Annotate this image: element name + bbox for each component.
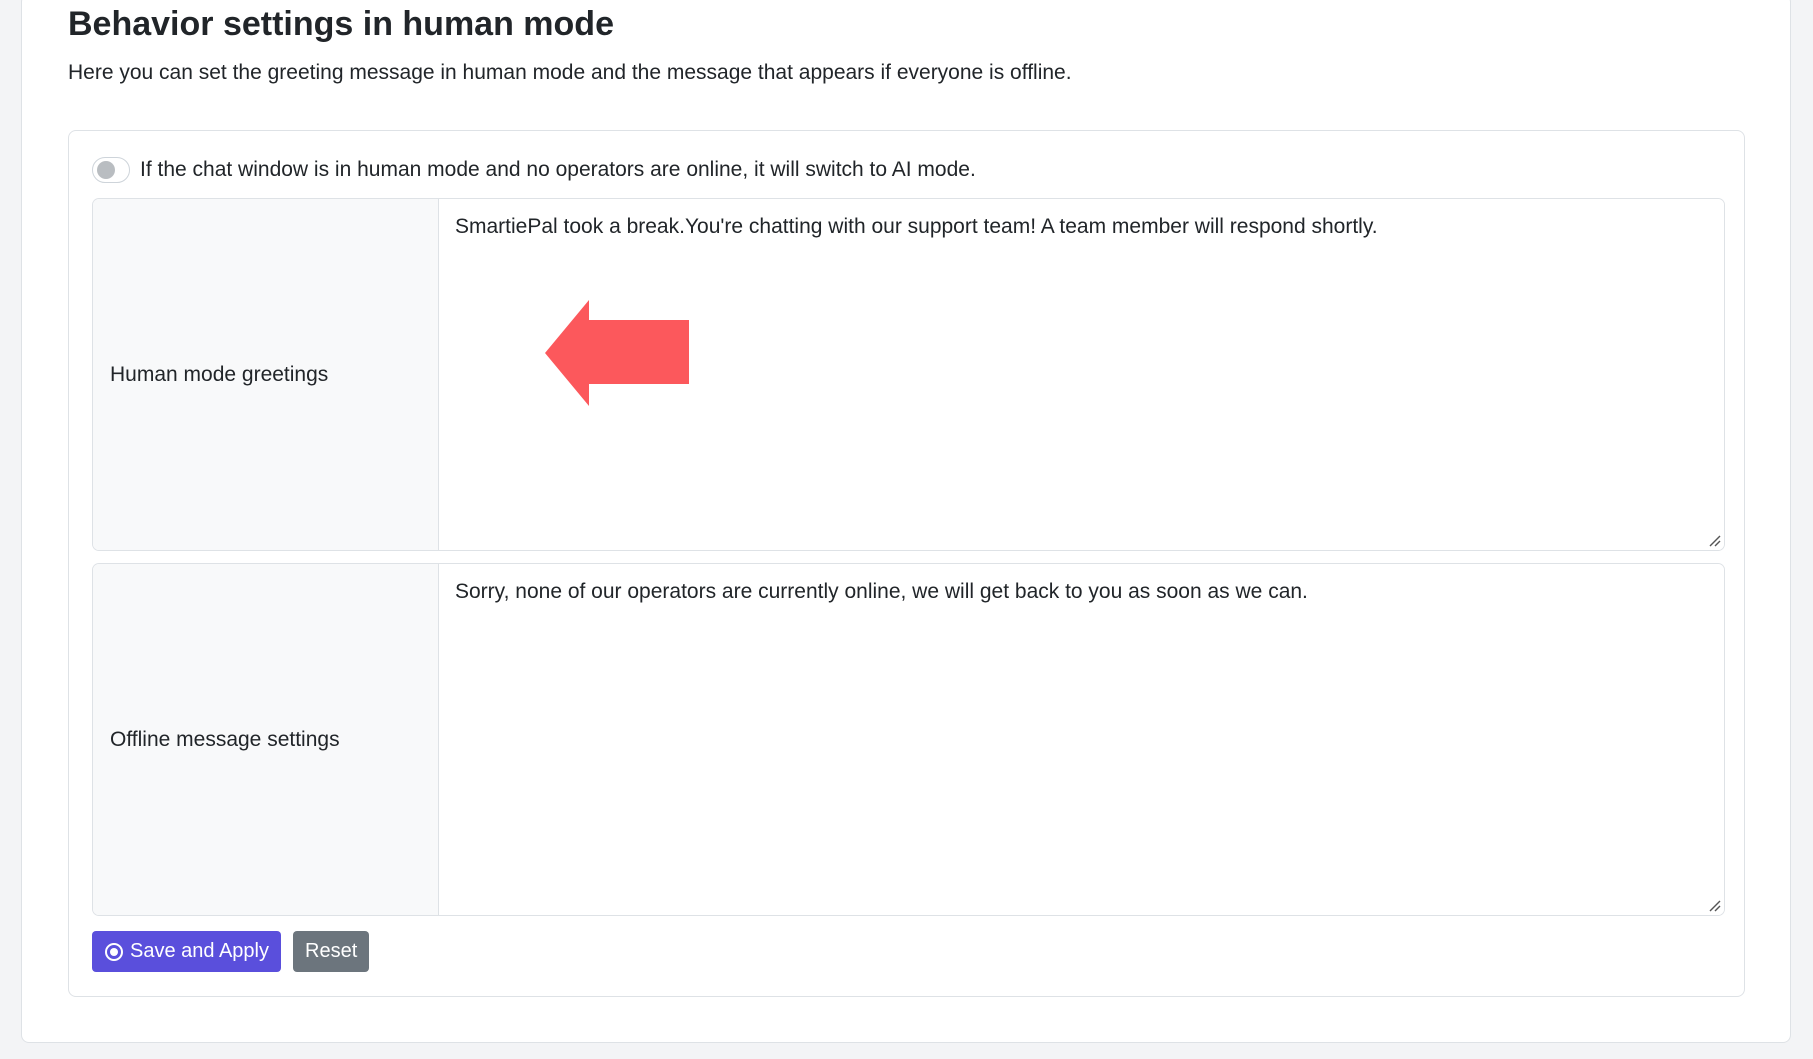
form-actions: Save and Apply Reset [92, 931, 370, 972]
settings-page-card: Behavior settings in human mode Here you… [21, 0, 1791, 1043]
human-mode-settings-panel: If the chat window is in human mode and … [68, 130, 1745, 997]
human-mode-greetings-group: Human mode greetings SmartiePal took a b… [92, 198, 1725, 551]
human-mode-greetings-label: Human mode greetings [93, 199, 439, 550]
offline-message-label: Offline message settings [93, 564, 439, 915]
save-and-apply-label: Save and Apply [130, 940, 269, 962]
offline-message-textarea[interactable]: Sorry, none of our operators are current… [439, 564, 1724, 915]
page-subtitle: Here you can set the greeting message in… [68, 61, 1072, 84]
ai-fallback-label: If the chat window is in human mode and … [140, 158, 976, 181]
resize-grip-icon[interactable] [1707, 533, 1721, 547]
save-and-apply-button[interactable]: Save and Apply [92, 931, 281, 972]
page-title: Behavior settings in human mode [68, 5, 614, 43]
ai-fallback-switch[interactable] [92, 157, 130, 183]
record-circle-icon [105, 942, 123, 961]
reset-button[interactable]: Reset [293, 931, 370, 972]
offline-message-input-wrap: Sorry, none of our operators are current… [439, 564, 1724, 915]
switch-knob [97, 161, 115, 179]
offline-message-group: Offline message settings Sorry, none of … [92, 563, 1725, 916]
resize-grip-icon[interactable] [1707, 898, 1721, 912]
ai-fallback-toggle-row: If the chat window is in human mode and … [92, 155, 976, 185]
arrow-left-icon [545, 300, 689, 406]
